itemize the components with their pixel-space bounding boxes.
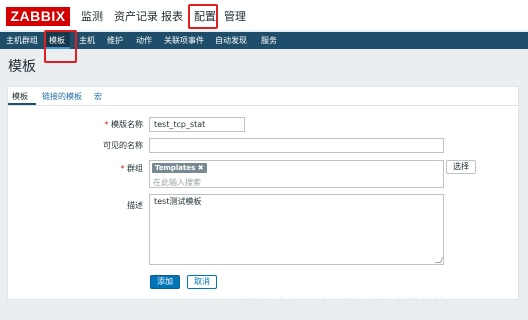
submenu-maintenance[interactable]: 维护 [107,35,123,46]
description-label: 描述 [127,201,143,210]
active-tab-underline [8,103,36,105]
select-groups-button[interactable]: 选择 [446,160,476,174]
group-chip-templates: Templates ✖ [152,163,207,173]
visible-name-label: 可见的名称 [103,141,143,150]
visible-name-input[interactable] [149,138,444,153]
page-title: 模板 [8,59,36,75]
submenu-correlation[interactable]: 关联项事件 [164,35,204,46]
menu-monitoring[interactable]: 监测 [81,8,103,24]
tab-template[interactable]: 模板 [12,91,28,102]
add-button[interactable]: 添加 [150,275,180,289]
submenu-services[interactable]: 服务 [261,35,277,46]
menu-inventory[interactable]: 资产记录 [114,8,158,24]
submenu-actions[interactable]: 动作 [136,35,152,46]
submenu-discovery[interactable]: 自动发现 [215,35,247,46]
templates-highlight-box [44,30,77,63]
configuration-highlight-box [188,4,218,29]
tab-divider [7,105,519,106]
tab-linked-templates[interactable]: 链接的模板 [42,91,82,102]
menu-administration[interactable]: 管理 [224,8,246,24]
groups-label: * 群组 [120,164,143,173]
submenu-host-groups[interactable]: 主机群组 [6,35,38,46]
tab-macros[interactable]: 宏 [94,91,102,102]
groups-search-placeholder[interactable]: 在此输入搜索 [153,177,201,188]
watermark-text: https://blog.csdn.net/weixin_45012605 [244,296,447,307]
menu-reports[interactable]: 报表 [161,8,183,24]
cancel-button[interactable]: 取消 [187,275,217,289]
submenu-hosts[interactable]: 主机 [79,35,95,46]
description-textarea[interactable]: test测试模板 [149,194,444,265]
template-name-label: * 模版名称 [104,120,143,129]
remove-chip-icon[interactable]: ✖ [198,164,204,172]
top-header [0,0,528,30]
template-name-input[interactable]: test_tcp_stat [149,117,245,132]
zabbix-logo[interactable]: ZABBIX [6,7,70,26]
